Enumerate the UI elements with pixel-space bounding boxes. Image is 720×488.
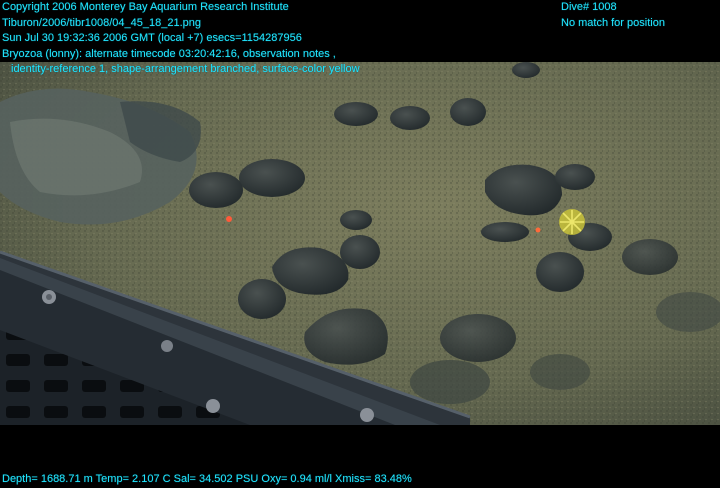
sensor-overlay: Depth= 1688.71 m Temp= 2.107 C Sal= 34.5… xyxy=(2,472,412,488)
video-frame: Copyright 2006 Monterey Bay Aquarium Res… xyxy=(0,0,720,486)
annotation-text: Bryozoa (lonny): alternate timecode 03:2… xyxy=(2,47,336,60)
seafloor-image xyxy=(0,62,720,425)
rock xyxy=(536,252,584,292)
rock xyxy=(481,222,529,242)
position-status-text: No match for position xyxy=(561,16,665,29)
bolt xyxy=(206,399,220,413)
rock xyxy=(340,235,380,269)
sensor-readout-text: Depth= 1688.71 m Temp= 2.107 C Sal= 34.5… xyxy=(2,473,412,485)
rock xyxy=(390,106,430,130)
bolt xyxy=(360,408,374,422)
rock xyxy=(238,279,286,319)
image-path-text: Tiburon/2006/tibr1008/04_45_18_21.png xyxy=(2,16,201,29)
timestamp-text: Sun Jul 30 19:32:36 2006 GMT (local +7) … xyxy=(2,32,302,44)
rock xyxy=(555,164,595,190)
copyright-text: Copyright 2006 Monterey Bay Aquarium Res… xyxy=(2,1,289,13)
rock xyxy=(440,314,516,362)
bolt xyxy=(161,340,173,352)
dive-info-overlay: Dive# 1008 No match for position xyxy=(561,0,665,31)
bryozoan xyxy=(559,209,585,235)
rock xyxy=(189,172,243,208)
rock xyxy=(239,159,305,197)
rock xyxy=(512,62,540,78)
rock xyxy=(334,102,378,126)
organism-speck xyxy=(535,227,541,233)
rock xyxy=(622,239,678,275)
annotation-text-continued: identity-reference 1, shape-arrangement … xyxy=(11,63,360,75)
seafloor-scene xyxy=(0,62,720,425)
rock xyxy=(340,210,372,230)
dive-number-text: Dive# 1008 xyxy=(561,1,617,13)
organism-speck xyxy=(226,216,232,222)
rock xyxy=(450,98,486,126)
header-overlay: Copyright 2006 Monterey Bay Aquarium Res… xyxy=(2,0,360,78)
